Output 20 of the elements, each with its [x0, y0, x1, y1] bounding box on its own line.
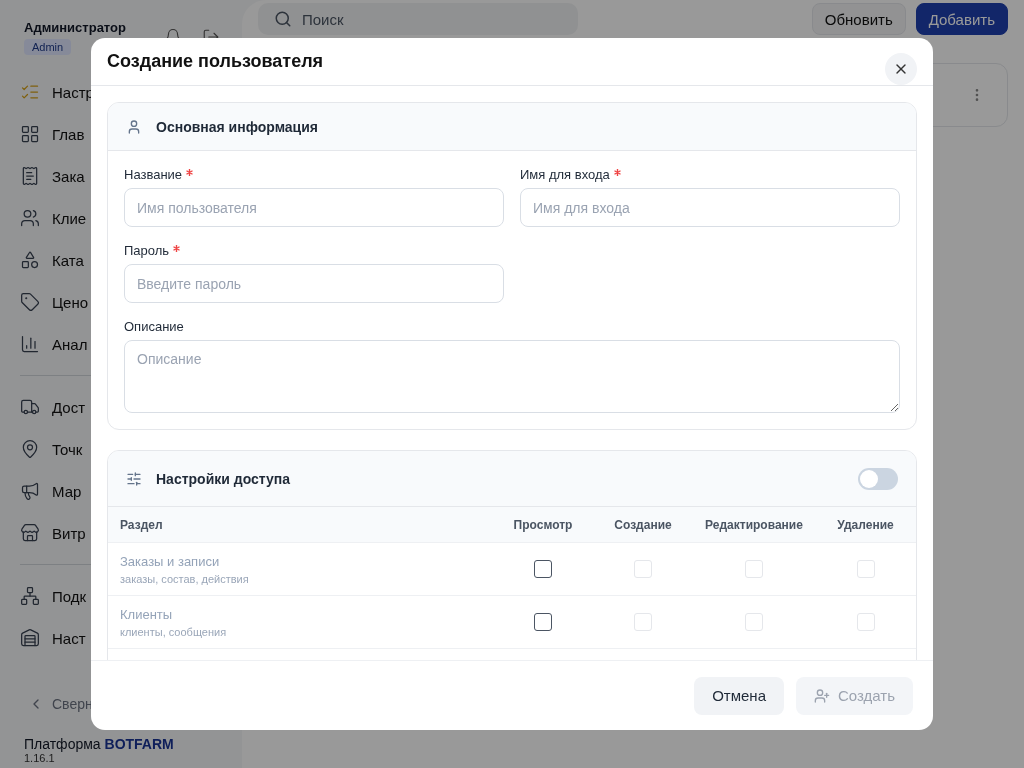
section-name: Заказы и записи — [120, 553, 221, 569]
version-label: 1.16.1 — [24, 752, 56, 764]
user-name: Администратор — [24, 20, 126, 35]
column-header: Удаление — [837, 517, 894, 532]
field-label: Описание — [124, 319, 184, 334]
column-header: Создание — [614, 517, 672, 532]
role-badge: Admin — [24, 39, 72, 55]
field-label: Имя для входа — [520, 167, 610, 182]
section-name: Клиенты — [120, 606, 174, 622]
section-description: заказы, состав, действия — [120, 572, 250, 585]
dialog-title: Создание пользователя — [107, 51, 324, 72]
platform-name: Платформа BOTFARM — [24, 736, 175, 752]
field-label: Пароль — [124, 243, 170, 258]
column-header: Раздел — [119, 517, 163, 532]
column-header: Просмотр — [513, 517, 573, 532]
section-title: Настройки доступа — [156, 470, 291, 487]
section-title: Основная информация — [156, 118, 318, 135]
field-label: Название — [124, 167, 183, 182]
column-header: Редактирование — [705, 517, 803, 532]
section-description: клиенты, сообщения — [120, 625, 228, 638]
